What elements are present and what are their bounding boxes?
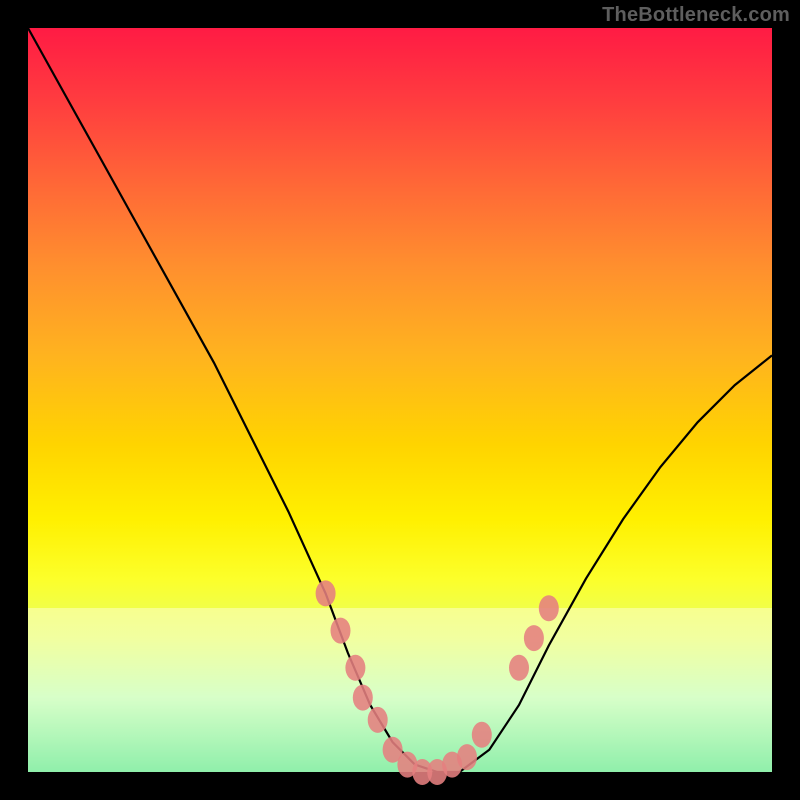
dot-marker: [524, 625, 544, 651]
chart-plot-area: [28, 28, 772, 772]
dot-marker: [316, 580, 336, 606]
chart-svg: [28, 28, 772, 772]
dot-marker: [457, 744, 477, 770]
dot-marker: [368, 707, 388, 733]
dot-marker: [353, 685, 373, 711]
dot-marker: [472, 722, 492, 748]
dot-marker: [509, 655, 529, 681]
dot-marker: [345, 655, 365, 681]
dot-marker: [539, 595, 559, 621]
dot-marker: [331, 618, 351, 644]
dot-markers: [316, 580, 559, 785]
bottleneck-curve: [28, 28, 772, 772]
attribution-text: TheBottleneck.com: [602, 4, 790, 27]
